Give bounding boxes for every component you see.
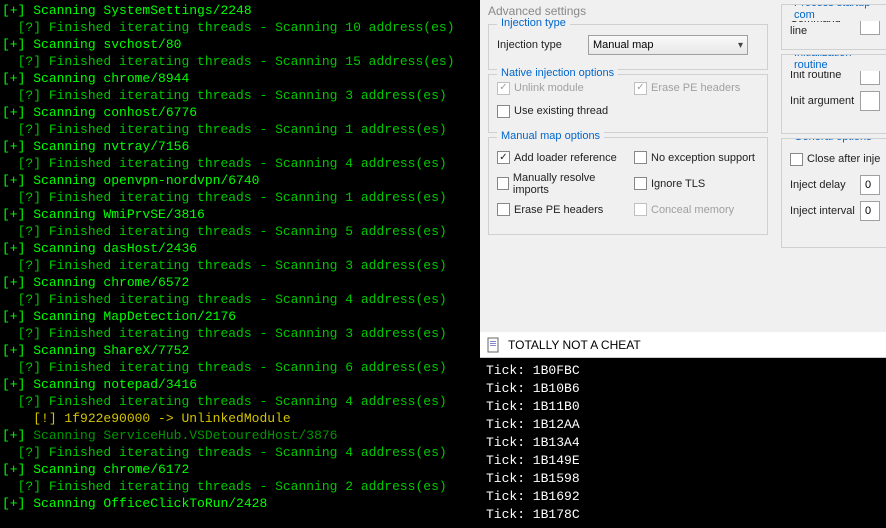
tick-titlebar: TOTALLY NOT A CHEAT [480, 332, 886, 358]
init-group: Initialization routine Init routine Init… [781, 54, 886, 134]
native-options-group: Native injection options Unlink module E… [488, 74, 768, 133]
injection-type-combo[interactable]: Manual map [588, 35, 748, 55]
injection-type-group: Injection type Injection type Manual map [488, 24, 768, 70]
tick-title-text: TOTALLY NOT A CHEAT [508, 338, 641, 352]
ignore-tls-checkbox[interactable]: Ignore TLS [634, 177, 705, 190]
conceal-memory-checkbox: Conceal memory [634, 203, 734, 216]
add-loader-checkbox[interactable]: Add loader reference [497, 151, 617, 164]
close-after-checkbox[interactable]: Close after inje [790, 153, 880, 166]
native-legend: Native injection options [497, 67, 618, 79]
startup-legend: Process startup com [790, 4, 886, 21]
inject-delay-label: Inject delay [790, 179, 860, 191]
general-legend: General options [790, 138, 876, 143]
unlink-module-checkbox: Unlink module [497, 82, 584, 95]
inject-interval-input[interactable] [860, 201, 880, 221]
init-arg-label: Init argument [790, 95, 860, 107]
init-legend: Initialization routine [790, 54, 886, 71]
no-exception-checkbox[interactable]: No exception support [634, 151, 755, 164]
injection-type-label: Injection type [497, 39, 582, 51]
use-existing-thread-checkbox[interactable]: Use existing thread [497, 105, 608, 118]
startup-group: Process startup com Command line [781, 4, 886, 50]
scanner-console: [+] Scanning SystemSettings/2248 [?] Fin… [0, 0, 480, 516]
erase-pe-headers-checkbox: Erase PE headers [634, 82, 740, 95]
init-arg-input[interactable] [860, 91, 880, 111]
right-column: Process startup com Command line Initial… [781, 0, 886, 332]
document-icon [486, 337, 502, 353]
manual-legend: Manual map options [497, 130, 604, 142]
inject-delay-input[interactable] [860, 175, 880, 195]
tick-window: TOTALLY NOT A CHEAT Tick: 1B0FBCTick: 1B… [480, 332, 886, 516]
general-group: General options Close after inje Inject … [781, 138, 886, 248]
advanced-settings-panel: Advanced settings Injection type Injecti… [480, 0, 886, 332]
manual-map-group: Manual map options Add loader reference … [488, 137, 768, 235]
tick-list: Tick: 1B0FBCTick: 1B10B6Tick: 1B11B0Tick… [480, 358, 886, 528]
injection-legend: Injection type [497, 17, 570, 29]
resolve-imports-checkbox[interactable]: Manually resolve imports [497, 172, 622, 196]
inject-interval-label: Inject interval [790, 205, 860, 217]
erase-pe-checkbox[interactable]: Erase PE headers [497, 203, 603, 216]
injection-type-value: Manual map [593, 39, 654, 51]
